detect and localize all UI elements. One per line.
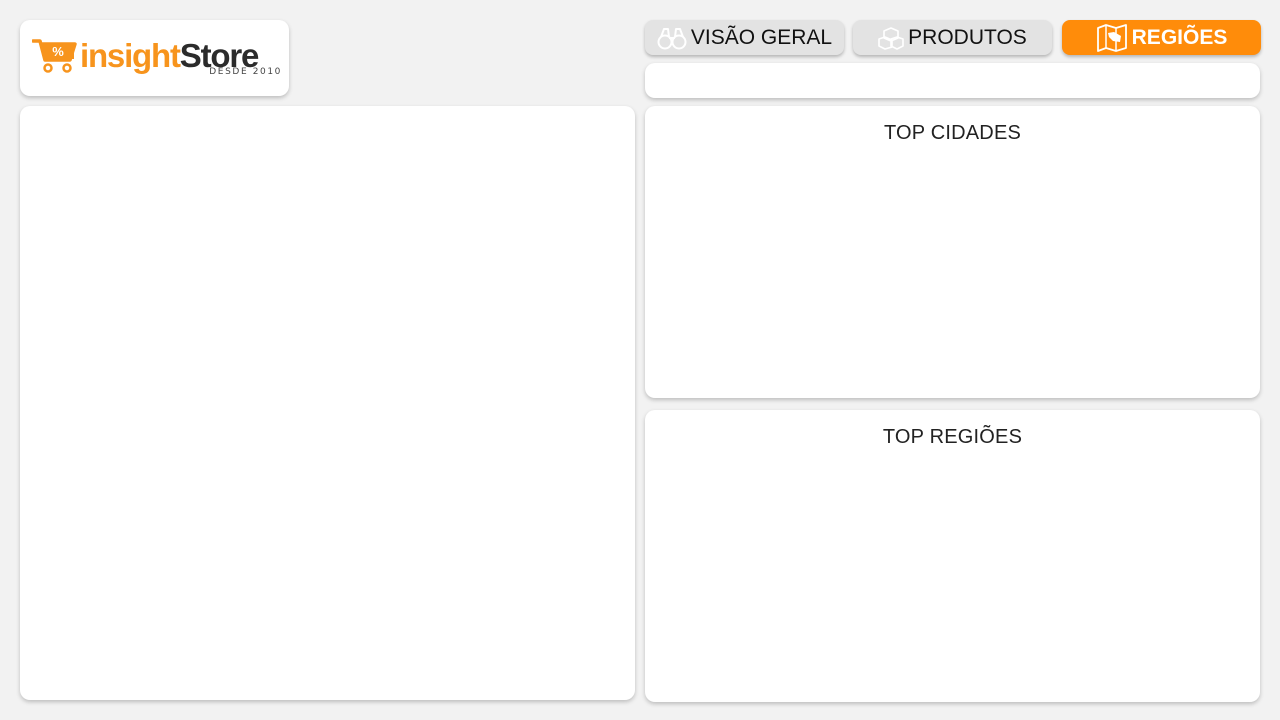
- tab-regioes[interactable]: REGIÕES: [1062, 20, 1261, 55]
- tab-label: PRODUTOS: [908, 25, 1027, 49]
- tab-visao-geral[interactable]: VISÃO GERAL: [645, 20, 844, 55]
- cart-badge: %: [52, 44, 64, 59]
- map-icon: [1096, 23, 1128, 52]
- filter-panel[interactable]: [645, 63, 1260, 98]
- top-regions-title: TOP REGIÕES: [882, 426, 1023, 448]
- map-panel[interactable]: [20, 106, 635, 700]
- shopping-cart-icon: %: [32, 39, 77, 73]
- tab-produtos[interactable]: PRODUTOS: [853, 20, 1052, 55]
- logo-card: % insightStore DESDE 2010: [20, 20, 289, 96]
- boxes-icon: [878, 26, 904, 50]
- tab-label: VISÃO GERAL: [690, 25, 833, 49]
- binoculars-icon: [657, 26, 687, 50]
- top-regions-panel: TOP REGIÕES: [645, 410, 1260, 702]
- tab-label: REGIÕES: [1131, 25, 1228, 49]
- brand-name-insight: insight: [80, 37, 181, 74]
- top-cities-panel: TOP CIDADES: [645, 106, 1260, 398]
- top-cities-title: TOP CIDADES: [883, 122, 1022, 144]
- brand-logo: % insightStore DESDE 2010: [32, 36, 282, 82]
- brand-tagline: DESDE 2010: [209, 67, 282, 77]
